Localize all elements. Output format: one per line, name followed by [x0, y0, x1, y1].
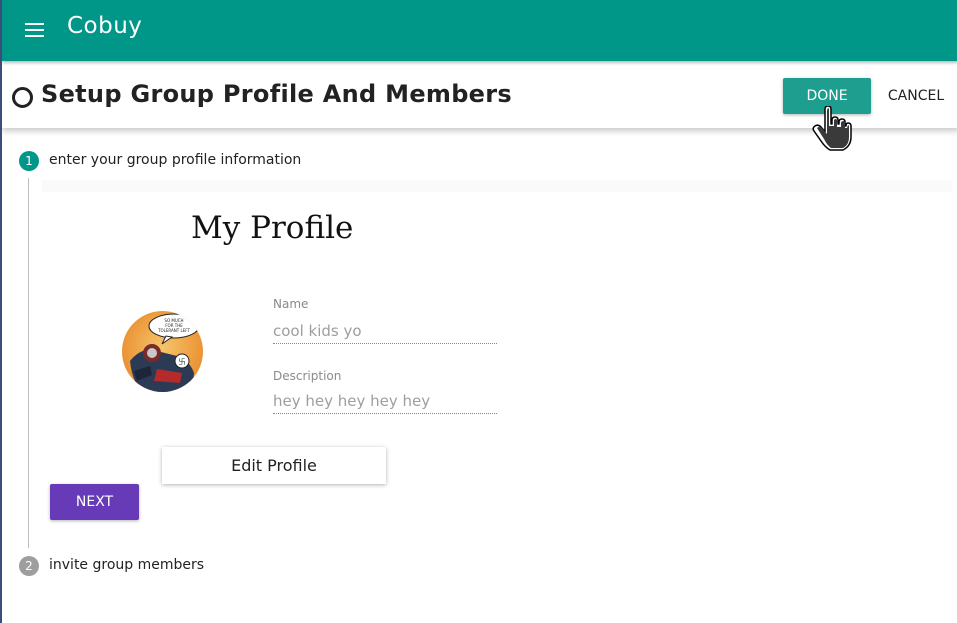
step-1-label[interactable]: enter your group profile information [49, 152, 301, 168]
hamburger-menu-icon[interactable] [25, 23, 44, 37]
step-1-number[interactable]: 1 [19, 151, 39, 171]
svg-text:卐: 卐 [179, 358, 186, 366]
stepper-connector-line [28, 178, 29, 548]
step-2-label[interactable]: invite group members [49, 557, 204, 573]
profile-heading: My Profile [191, 210, 354, 246]
svg-text:TOLERANT LEFT: TOLERANT LEFT [157, 328, 190, 333]
name-field-label: Name [273, 297, 309, 311]
description-field-label: Description [273, 369, 342, 383]
app-window: Cobuy Setup Group Profile And Members DO… [0, 0, 957, 623]
status-circle-icon [12, 87, 33, 108]
name-field[interactable] [273, 319, 497, 344]
description-field[interactable] [273, 389, 497, 414]
step-2-number[interactable]: 2 [19, 556, 39, 576]
app-bar: Cobuy [2, 0, 957, 61]
next-button[interactable]: NEXT [50, 484, 139, 520]
edit-profile-button[interactable]: Edit Profile [162, 447, 386, 484]
app-title: Cobuy [67, 13, 143, 39]
hand-pointer-cursor-icon [812, 105, 852, 152]
dialog-title: Setup Group Profile And Members [41, 80, 512, 108]
step-content-background [42, 180, 952, 192]
cancel-button[interactable]: CANCEL [880, 78, 952, 114]
group-avatar: SO MUCH FOR THE TOLERANT LEFT 卐 [122, 311, 203, 392]
